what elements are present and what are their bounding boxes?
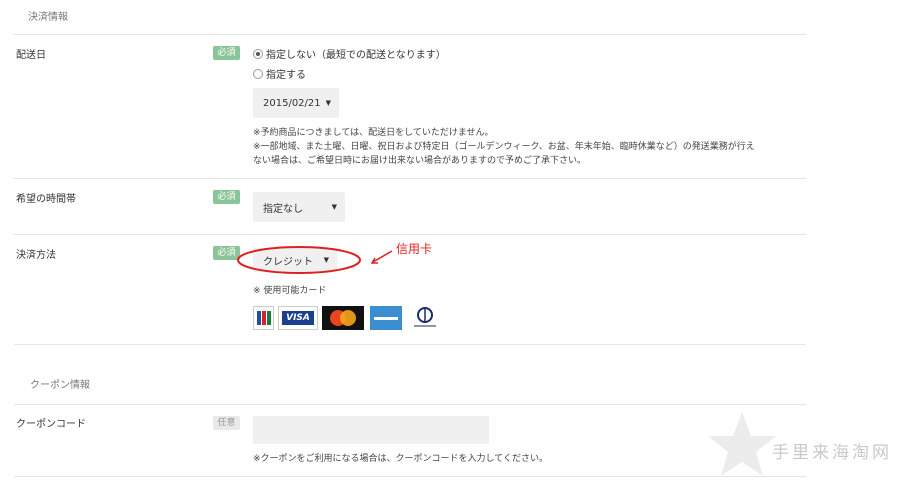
radio-button-checked[interactable] [253,48,263,59]
coupon-code-note: ※クーポンをご利用になる場合は、クーポンコードを入力してください。 [253,454,549,464]
radio-specify[interactable]: 指定する [253,66,306,81]
divider [14,476,806,477]
radio-unspecified-label: 指定しない（最短での配送となります） [266,50,446,61]
divider [14,234,806,235]
delivery-date-note-2: ※一部地域、また土曜、日曜、祝日および特定日（ゴールデンウィーク、お盆、年末年始… [253,142,755,152]
delivery-time-value: 指定なし [263,203,303,215]
delivery-date-select[interactable]: 2015/02/21 ▼ [253,88,339,118]
coupon-code-label: クーポンコード [16,419,86,430]
required-badge: 必須 [213,46,240,60]
divider [14,344,806,345]
visa-card-icon: VISA [278,306,318,330]
jcb-card-icon [253,306,274,330]
delivery-date-label: 配送日 [16,50,46,61]
dropdown-arrow-icon: ▼ [325,99,331,107]
radio-button[interactable] [253,68,263,79]
radio-unspecified[interactable]: 指定しない（最短での配送となります） [253,46,446,61]
payment-section-title: 決済情報 [28,12,68,23]
required-badge: 必須 [213,190,240,204]
divider [14,404,806,405]
amex-card-icon [370,306,402,330]
annotation-arrow-icon [370,250,393,264]
radio-specify-label: 指定する [266,70,306,81]
watermark-text: 手里来海淘网 [772,443,892,463]
coupon-section-title: クーポン情報 [30,380,90,391]
delivery-date-value: 2015/02/21 [263,97,321,109]
diners-club-card-icon [408,306,442,330]
mastercard-card-icon [322,306,364,330]
dropdown-arrow-icon: ▼ [331,203,337,211]
annotation-circle [237,246,361,274]
payment-method-label: 決済方法 [16,250,56,261]
watermark-star-icon [708,412,776,476]
divider [14,34,806,35]
delivery-date-note-3: ない場合は、ご希望日時にお届け出来ない場合がありますので予めご了承下さい。 [253,156,587,166]
cards-note: ※ 使用可能カード [253,286,327,296]
delivery-time-select[interactable]: 指定なし ▼ [253,192,345,222]
divider [14,178,806,179]
credit-card-annotation: 信用卡 [396,242,433,256]
optional-badge: 任意 [213,416,240,430]
coupon-code-input[interactable] [253,416,489,444]
delivery-time-label: 希望の時間帯 [16,194,76,205]
delivery-date-note-1: ※予約商品につきましては、配送日をしていただけません。 [253,128,494,138]
